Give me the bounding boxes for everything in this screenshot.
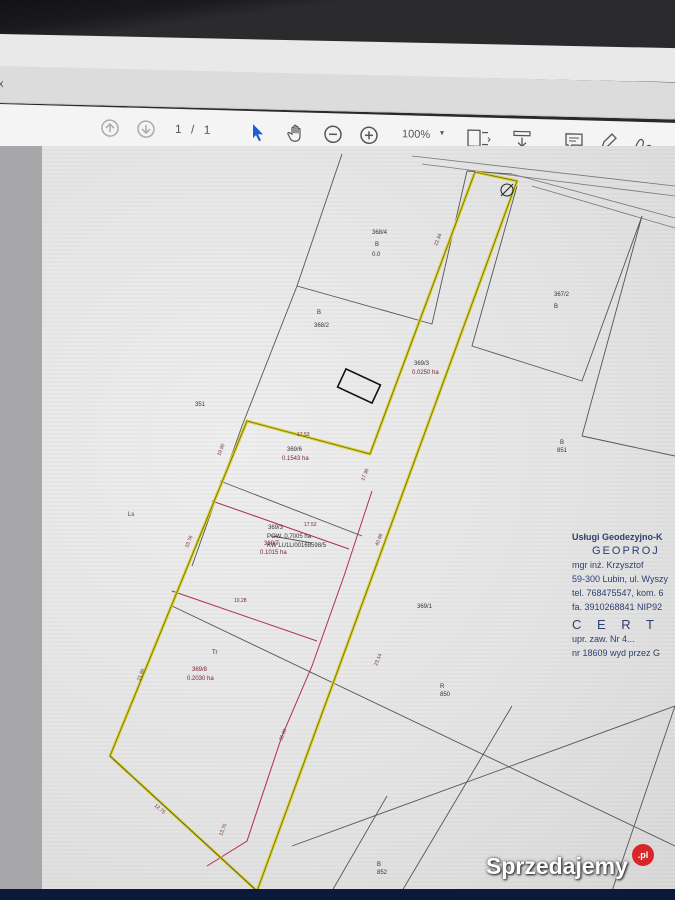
parcel-368-4-label: 368/4 [372, 230, 388, 236]
zoom-level[interactable]: 100% [402, 128, 430, 141]
stamp-line: nr 18609 wyd przez G [572, 648, 661, 658]
parcel-368-4-class: B [375, 242, 379, 248]
stamp-line: tel. 768475547, kom. 6 [572, 588, 664, 598]
taskbar-strip [0, 889, 675, 900]
parcel-351-label: 351 [195, 402, 206, 408]
center-parcel-pow: POW. 0.7005 ha [267, 534, 312, 540]
page-total: 1 [203, 122, 214, 137]
dim-label: 19.90 [216, 443, 226, 457]
center-parcel-id: 369/3 [268, 525, 284, 531]
building-outline [336, 367, 382, 405]
land-class-r: R [440, 684, 445, 690]
page-separator: / [191, 122, 198, 137]
parcel-368-4-area: 0.0 [372, 252, 381, 258]
stamp-line: 59-300 Lubin, ul. Wyszy [572, 574, 668, 584]
parcel-369-7-area: 0.1015 ha [260, 550, 287, 556]
dim-label: 17.53 [297, 432, 310, 438]
dim-label: 23.14 [373, 653, 383, 667]
parcel-369-1-label: 369/1 [417, 604, 433, 610]
land-class-b: B [560, 440, 564, 446]
stamp-line: Usługi Geodezyjno-K [572, 532, 663, 542]
dim-label: 21.80 [136, 668, 146, 682]
page-indicator[interactable]: 1 / 1 [175, 122, 213, 137]
page-current[interactable]: 1 [175, 122, 185, 136]
parcel-367-2-class: B [554, 304, 558, 310]
stamp-line: upr. zaw. Nr 4... [572, 634, 635, 644]
stamp-line: GEOPROJ [592, 545, 660, 557]
zoom-dropdown-icon[interactable]: ▾ [440, 128, 444, 137]
dim-label: 13.70 [218, 823, 228, 837]
stamp-line: C E R T [572, 617, 660, 632]
stamp-line: mgr inż. Krzysztof [572, 560, 644, 570]
parcel-369-3-label: 369/3 [414, 361, 430, 367]
dim-label: 22.34 [433, 233, 443, 247]
highlighted-parcel-outline [108, 170, 519, 891]
survey-marker-icon [500, 183, 514, 197]
parcel-368-2-label: 368/2 [314, 323, 330, 329]
dim-label: 10.28 [234, 598, 247, 604]
zoom-in-icon[interactable] [359, 124, 379, 147]
hand-tool-icon[interactable] [286, 122, 306, 145]
watermark-logo: Sprzedajemy [486, 853, 628, 879]
document-page[interactable]: 368/4 B 0.0 368/2 B 369/3 0.0250 ha 367/… [42, 146, 675, 891]
page-down-icon[interactable] [136, 118, 156, 141]
parcel-369-6-area: 0.1543 ha [282, 456, 309, 462]
land-number-852: 852 [377, 870, 388, 876]
land-number-850: 850 [440, 692, 451, 698]
parcel-boundaries [171, 153, 675, 891]
land-number-851: 851 [557, 448, 568, 454]
zoom-out-icon[interactable] [323, 123, 343, 146]
parcel-369-6-label: 369/6 [287, 447, 303, 453]
select-arrow-icon[interactable] [250, 121, 266, 143]
watermark-badge: .pl [632, 844, 654, 866]
tab-close-icon[interactable]: x [0, 78, 4, 90]
land-class-ls: Ls [128, 512, 134, 518]
parcel-369-3-area: 0.0250 ha [412, 370, 439, 376]
parcel-368-2-class: B [317, 310, 321, 316]
land-class-w: B [377, 862, 381, 868]
viewer-sidebar [0, 146, 42, 900]
surveyor-stamp: Usługi Geodezyjno-K GEOPROJ mgr inż. Krz… [572, 530, 675, 680]
page-up-icon[interactable] [100, 117, 120, 140]
parcel-369-8-area: 0.2030 ha [187, 676, 214, 682]
dim-label: 17.38 [360, 468, 370, 482]
stamp-line: fa. 3910268841 NIP92 [572, 602, 663, 612]
road-lines [411, 155, 675, 229]
land-class-tr: Tr [212, 650, 217, 656]
dim-label: 33.78 [184, 535, 194, 549]
parcel-369-8-label: 369/8 [192, 667, 208, 673]
parcel-367-2-label: 367/2 [554, 292, 570, 298]
center-parcel-kw: KW LU1L/00168598/5 [267, 543, 327, 549]
dim-label: 17.52 [304, 522, 317, 528]
parcel-map: 368/4 B 0.0 368/2 B 369/3 0.0250 ha 367/… [108, 153, 675, 891]
dim-label: 36.00 [278, 728, 288, 742]
